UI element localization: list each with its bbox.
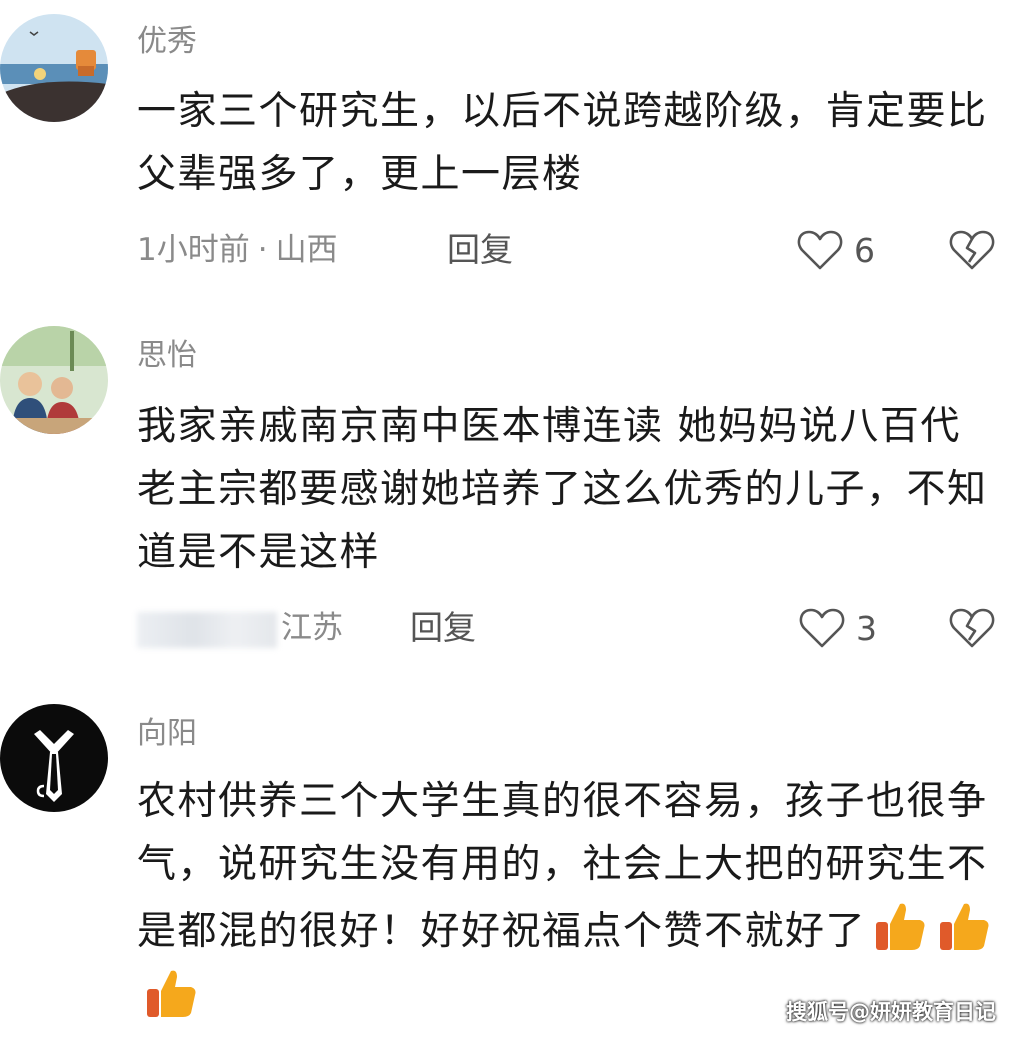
comment-text: 一家三个研究生，以后不说跨越阶级，肯定要比父辈强多了，更上一层楼 xyxy=(137,89,988,197)
username[interactable]: 思怡 xyxy=(137,338,197,374)
watermark: 搜狐号@妍妍教育日记 xyxy=(786,1000,996,1024)
reply-button[interactable]: 回复 xyxy=(447,228,513,272)
blurred-timestamp xyxy=(137,611,277,648)
thumbs-up-emoji-icon xyxy=(936,896,994,954)
comment-text-content: 农村供养三个大学生真的很不容易，孩子也很争气，说研究生没有用的，社会上大把的研究… xyxy=(137,779,988,954)
thumbs-up-emoji-icon xyxy=(872,896,930,954)
heart-outline-icon xyxy=(799,608,845,648)
broken-heart-icon xyxy=(949,230,995,270)
comment-meta: 江苏 xyxy=(137,606,343,650)
heart-outline-icon xyxy=(797,230,843,270)
broken-heart-icon xyxy=(949,608,995,648)
thumbs-up-emoji-icon xyxy=(143,963,201,1021)
avatar[interactable] xyxy=(0,326,108,434)
comment-text: 农村供养三个大学生真的很不容易，孩子也很争气，说研究生没有用的，社会上大把的研究… xyxy=(137,770,997,1030)
comment-2: 思怡 我家亲戚南京南中医本博连读 她妈妈说八百代老主宗都要感谢她培养了这么优秀的… xyxy=(0,300,1018,690)
avatar-image xyxy=(0,14,108,122)
like-button[interactable]: 6 xyxy=(796,226,875,274)
meta-separator: · xyxy=(257,232,268,268)
reply-button[interactable]: 回复 xyxy=(410,606,476,650)
location: 山西 xyxy=(275,232,338,268)
username[interactable]: 优秀 xyxy=(137,24,197,60)
location: 江苏 xyxy=(281,610,343,646)
avatar[interactable] xyxy=(0,14,108,122)
comment-1: 优秀 一家三个研究生，以后不说跨越阶级，肯定要比父辈强多了，更上一层楼 1小时前… xyxy=(0,0,1018,300)
username[interactable]: 向阳 xyxy=(137,716,197,752)
comment-text: 我家亲戚南京南中医本博连读 她妈妈说八百代老主宗都要感谢她培养了这么优秀的儿子，… xyxy=(137,404,988,575)
timestamp: 1小时前 xyxy=(137,232,250,268)
avatar-image xyxy=(0,326,108,434)
dislike-button[interactable] xyxy=(948,226,996,274)
avatar[interactable] xyxy=(0,704,108,812)
like-count: 3 xyxy=(856,608,877,648)
like-count: 6 xyxy=(854,230,875,270)
like-button[interactable]: 3 xyxy=(798,604,877,652)
avatar-image xyxy=(0,704,108,812)
dislike-button[interactable] xyxy=(948,604,996,652)
comment-meta: 1小时前 · 山西 xyxy=(137,228,338,272)
comment-3: 向阳 农村供养三个大学生真的很不容易，孩子也很争气，说研究生没有用的，社会上大把… xyxy=(0,690,1018,1034)
